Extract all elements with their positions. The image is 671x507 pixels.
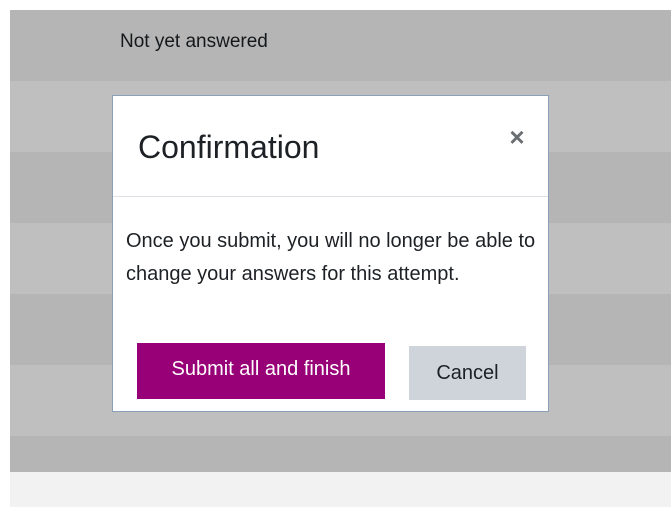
submit-button-label: Submit all and finish: [171, 357, 351, 380]
cancel-button-label: Cancel: [436, 361, 499, 384]
confirmation-dialog: Confirmation × Once you submit, you will…: [112, 95, 549, 412]
backdrop-edge-top: [0, 0, 671, 10]
page: Not yet answered Confirmation × Once you…: [0, 0, 671, 507]
submit-all-and-finish-button[interactable]: Submit all and finish: [137, 343, 385, 399]
backdrop-edge-left: [0, 0, 10, 472]
close-icon[interactable]: ×: [509, 122, 524, 153]
close-button[interactable]: ×: [502, 122, 532, 152]
dialog-body-text: Once you submit, you will no longer be a…: [126, 230, 536, 285]
dialog-title: Confirmation: [138, 129, 320, 165]
cancel-button[interactable]: Cancel: [409, 346, 526, 400]
dialog-header: Confirmation ×: [113, 96, 548, 197]
